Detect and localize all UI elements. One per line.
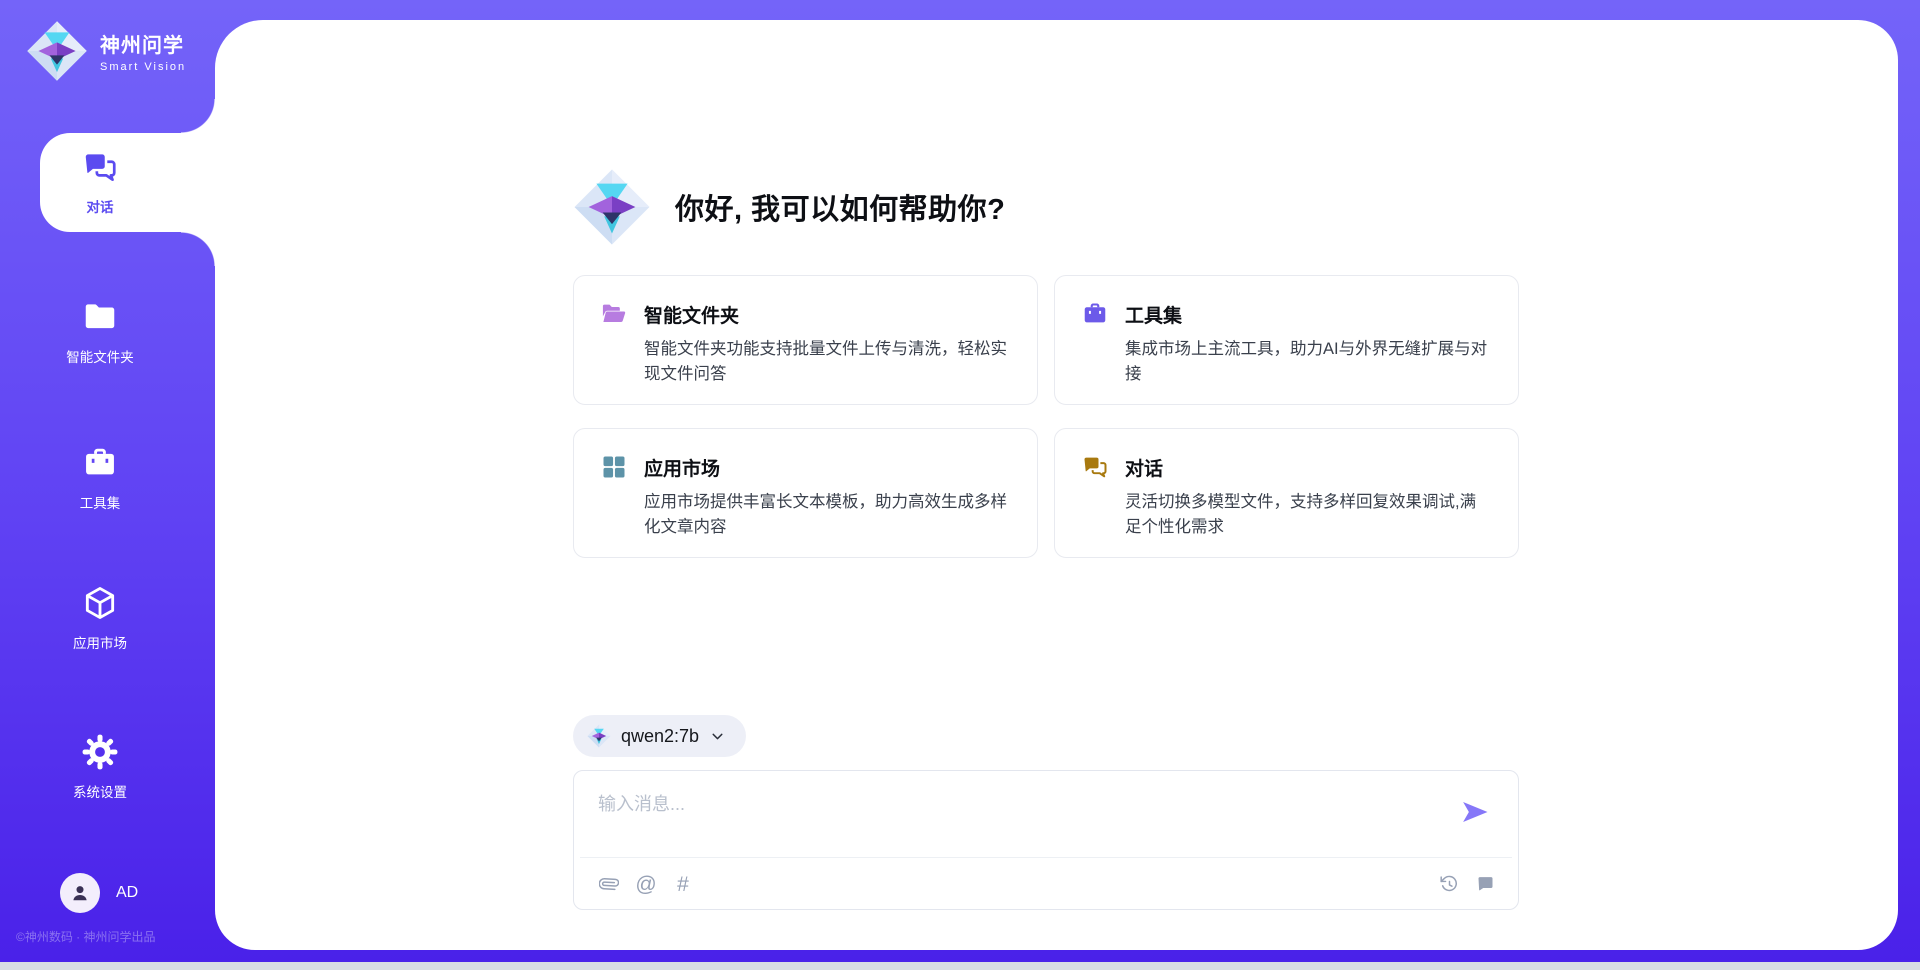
card-chat[interactable]: 对话 灵活切换多模型文件，支持多样回复效果调试,满足个性化需求: [1054, 428, 1519, 558]
card-description: 灵活切换多模型文件，支持多样回复效果调试,满足个性化需求: [1125, 490, 1492, 540]
paperclip-icon[interactable]: [598, 873, 620, 895]
chevron-down-icon: [709, 728, 726, 745]
chat-icon: [81, 148, 119, 186]
at-icon[interactable]: @: [635, 873, 657, 895]
card-description: 集成市场上主流工具，助力AI与外界无缝扩展与对接: [1125, 337, 1492, 387]
card-description: 应用市场提供丰富长文本模板，助力高效生成多样化文章内容: [644, 490, 1011, 540]
composer-divider: [580, 857, 1512, 858]
sidebar-item-toolset[interactable]: 工具集: [0, 444, 200, 512]
card-smart-folder[interactable]: 智能文件夹 智能文件夹功能支持批量文件上传与清洗，轻松实现文件问答: [573, 275, 1038, 405]
tab-fillet-bottom: [181, 232, 215, 266]
send-icon[interactable]: [1460, 797, 1490, 827]
sidebar-item-label: 智能文件夹: [66, 346, 134, 366]
brand-diamond-icon: [26, 20, 88, 82]
user-account[interactable]: AD: [60, 873, 138, 913]
composer-toolbar: @ #: [598, 868, 1496, 900]
greeting-diamond-icon: [573, 168, 651, 246]
chat-bubble-icon[interactable]: [1474, 873, 1496, 895]
model-selector[interactable]: qwen2:7b: [573, 715, 746, 757]
brand-name: 神州问学: [100, 29, 186, 58]
brand-logo-block: 神州问学 Smart Vision: [26, 20, 186, 82]
history-icon[interactable]: [1438, 873, 1460, 895]
model-name: qwen2:7b: [621, 726, 699, 747]
grid-icon: [600, 453, 628, 481]
gear-icon: [81, 733, 119, 771]
card-title: 应用市场: [644, 454, 720, 481]
sidebar-item-label: 系统设置: [73, 781, 127, 801]
message-composer: @ #: [573, 770, 1519, 910]
sidebar-item-settings[interactable]: 系统设置: [0, 733, 200, 801]
message-input[interactable]: [598, 787, 1418, 821]
diamond-logo-icon: [587, 724, 611, 748]
folder-open-icon: [600, 300, 628, 328]
feature-cards: 智能文件夹 智能文件夹功能支持批量文件上传与清洗，轻松实现文件问答 工具集 集成…: [573, 275, 1519, 558]
chat-icon: [1081, 453, 1109, 481]
card-title: 智能文件夹: [644, 301, 739, 328]
folder-icon: [81, 298, 119, 336]
greeting-block: 你好, 我可以如何帮助你?: [573, 168, 1005, 246]
greeting-title: 你好, 我可以如何帮助你?: [675, 186, 1005, 228]
cube-icon: [81, 584, 119, 622]
main-panel: 你好, 我可以如何帮助你? 智能文件夹 智能文件夹功能支持批量文件上传与清洗，轻…: [215, 20, 1898, 950]
brand-subtitle: Smart Vision: [100, 61, 186, 73]
tab-fillet-top: [181, 99, 215, 133]
user-name: AD: [116, 884, 138, 902]
hash-icon[interactable]: #: [672, 873, 694, 895]
sidebar-item-chat[interactable]: 对话: [0, 148, 200, 216]
copyright-text: ©神州数码 · 神州问学出品: [16, 928, 156, 945]
card-toolset[interactable]: 工具集 集成市场上主流工具，助力AI与外界无缝扩展与对接: [1054, 275, 1519, 405]
card-description: 智能文件夹功能支持批量文件上传与清洗，轻松实现文件问答: [644, 337, 1011, 387]
sidebar-item-label: 对话: [87, 196, 114, 216]
toolbox-icon: [81, 444, 119, 482]
person-icon: [68, 881, 92, 905]
sidebar-item-label: 应用市场: [73, 632, 127, 652]
card-title: 工具集: [1125, 301, 1182, 328]
avatar: [60, 873, 100, 913]
sidebar-item-label: 工具集: [80, 492, 121, 512]
card-title: 对话: [1125, 454, 1163, 481]
toolbox-icon: [1081, 300, 1109, 328]
sidebar-item-smart-folder[interactable]: 智能文件夹: [0, 298, 200, 366]
card-app-market[interactable]: 应用市场 应用市场提供丰富长文本模板，助力高效生成多样化文章内容: [573, 428, 1038, 558]
sidebar-item-app-market[interactable]: 应用市场: [0, 584, 200, 652]
app-window: 神州问学 Smart Vision 对话 智能文件夹 工具集 应用市场 系统设置…: [0, 0, 1920, 962]
